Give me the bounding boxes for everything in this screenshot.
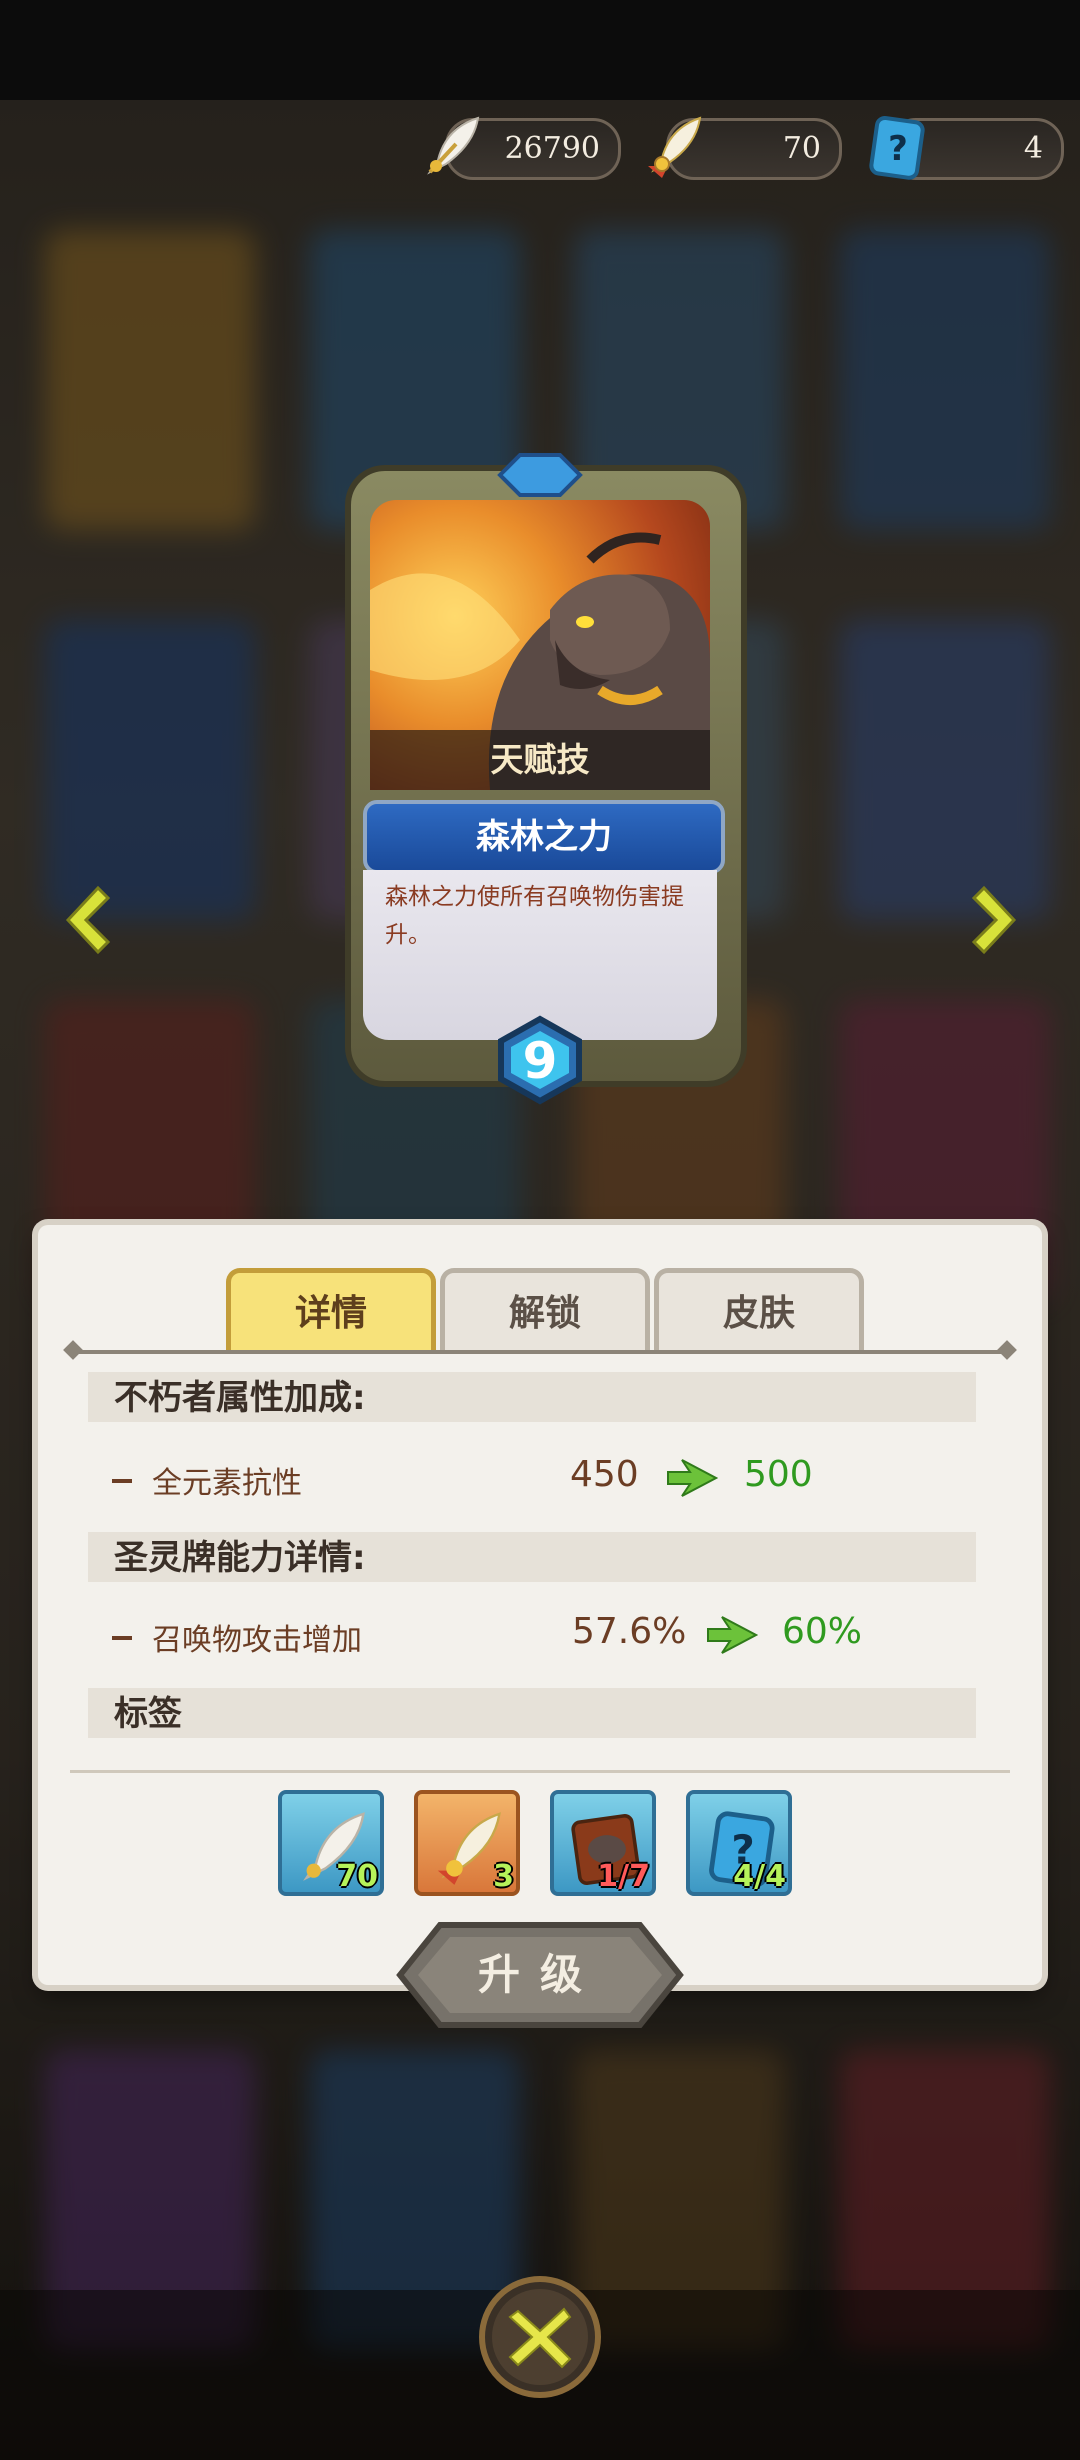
section-immortal-bonus: 不朽者属性加成: [88, 1372, 976, 1422]
currency-value: 4 [1023, 131, 1043, 166]
close-icon[interactable] [478, 2275, 602, 2399]
material-bear-card[interactable]: 1/7 [550, 1790, 656, 1896]
tab-skin[interactable]: 皮肤 [654, 1268, 864, 1353]
prev-card-arrow-icon[interactable] [58, 880, 118, 960]
stat-new-value: 60% [782, 1611, 863, 1652]
tab-details[interactable]: 详情 [226, 1268, 436, 1353]
section-card-ability: 圣灵牌能力详情: [88, 1532, 976, 1582]
section-tags: 标签 [88, 1688, 976, 1738]
card-level: 9 [522, 1032, 558, 1090]
next-card-arrow-icon[interactable] [964, 880, 1024, 960]
stat-name: 召唤物攻击增加 [152, 1623, 362, 1658]
material-count: 1/7 [597, 1859, 650, 1894]
currency-value: 70 [782, 131, 821, 166]
card-name: 森林之力 [363, 800, 725, 874]
upgrade-arrow-icon [707, 1616, 758, 1654]
gold-feather-icon [648, 116, 702, 178]
tab-divider [70, 1350, 1010, 1354]
tab-unlock[interactable]: 解锁 [440, 1268, 650, 1353]
material-white-feather[interactable]: 70 [278, 1790, 384, 1896]
upgrade-arrow-icon [667, 1459, 718, 1497]
stat-old-value: 450 [570, 1454, 639, 1495]
card-type-label: 天赋技 [370, 730, 710, 790]
currency-value: 26790 [504, 131, 600, 166]
status-bar [0, 0, 1080, 100]
stat-name: 全元素抗性 [152, 1466, 302, 1501]
material-mystery-card[interactable]: ? 4/4 [686, 1790, 792, 1896]
material-count: 4/4 [733, 1859, 786, 1894]
stat-row-summon-attack: 召唤物攻击增加 [112, 1615, 362, 1659]
stat-row-resistance: 全元素抗性 [112, 1458, 302, 1502]
card-description: 森林之力使所有召唤物伤害提升。 [385, 884, 684, 948]
material-count: 3 [493, 1859, 514, 1894]
material-count: 70 [336, 1859, 378, 1894]
gem-icon [497, 453, 583, 497]
upgrade-label: 升级 [477, 1950, 602, 1999]
material-gold-feather[interactable]: 3 [414, 1790, 520, 1896]
white-feather-icon [427, 116, 480, 175]
stat-old-value: 57.6% [572, 1611, 687, 1652]
card-level-badge: 9 [495, 1015, 585, 1105]
materials-divider [70, 1770, 1010, 1773]
stat-new-value: 500 [744, 1454, 813, 1495]
mystery-card-icon: ? [869, 115, 925, 180]
talent-card: 天赋技 森林之力 森林之力使所有召唤物伤害提升。 9 [325, 440, 755, 1105]
svg-text:?: ? [888, 129, 908, 169]
upgrade-button[interactable]: 升级 [370, 1915, 710, 2035]
